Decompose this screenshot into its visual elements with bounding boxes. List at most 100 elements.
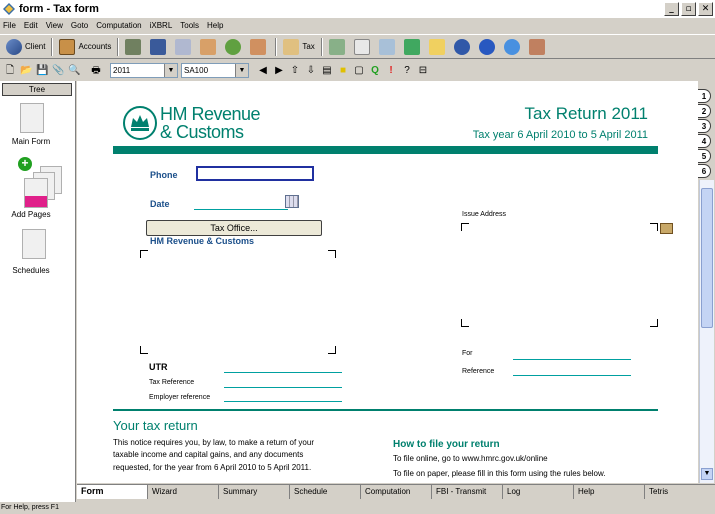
- query-icon[interactable]: ?: [401, 65, 413, 77]
- new-document-icon[interactable]: 🗋: [4, 65, 16, 77]
- tab-log[interactable]: Log: [503, 485, 574, 499]
- for-input[interactable]: [513, 359, 631, 360]
- vertical-scrollbar[interactable]: ▼: [699, 180, 714, 483]
- page-tab-4[interactable]: 4: [698, 134, 711, 148]
- tax-reference-label: Tax Reference: [149, 379, 195, 386]
- page-tab-3[interactable]: 3: [698, 119, 711, 133]
- tab-summary[interactable]: Summary: [219, 485, 290, 499]
- utr-input[interactable]: [224, 372, 342, 373]
- notepad-icon: [328, 38, 345, 55]
- page-tab-5[interactable]: 5: [698, 149, 711, 163]
- print-icon[interactable]: 🖶: [90, 65, 102, 77]
- page-up-icon[interactable]: ⇧: [289, 65, 301, 77]
- toolbar-button-1[interactable]: [122, 37, 147, 57]
- internet-explorer-icon: [503, 38, 520, 55]
- how-to-file-heading: How to file your return: [393, 439, 500, 450]
- menu-bar: File Edit View Goto Computation iXBRL To…: [0, 18, 715, 33]
- tax-office-button[interactable]: Tax Office...: [146, 220, 322, 236]
- page-tab-6[interactable]: 6: [698, 164, 711, 178]
- year-select[interactable]: 2011 ▼: [110, 63, 178, 78]
- close-button[interactable]: ✕: [698, 2, 713, 16]
- zoom-icon[interactable]: 🔍: [68, 65, 80, 77]
- tab-fbi-transmit[interactable]: FBI - Transmit: [432, 485, 503, 499]
- tree-button[interactable]: Tree: [2, 83, 72, 96]
- warning-icon[interactable]: !: [385, 65, 397, 77]
- tax-year-subtitle: Tax year 6 April 2010 to 5 April 2011: [472, 129, 648, 141]
- toolbar-button-6[interactable]: [247, 37, 272, 57]
- help-icon: [478, 38, 495, 55]
- file-online-text: To file online, go to www.hmrc.gov.uk/on…: [393, 454, 548, 463]
- page-tab-1[interactable]: 1: [698, 89, 711, 103]
- status-bar: For Help, press F1: [0, 502, 715, 514]
- issue-address-corner: [461, 319, 469, 327]
- tab-schedule[interactable]: Schedule: [290, 485, 361, 499]
- tab-computation[interactable]: Computation: [361, 485, 432, 499]
- phone-label: Phone: [150, 170, 178, 180]
- menu-ixbrl[interactable]: iXBRL: [150, 21, 173, 30]
- tab-tetris[interactable]: Tetris: [645, 485, 715, 499]
- reference-input[interactable]: [513, 375, 631, 376]
- previous-icon[interactable]: ◀: [257, 65, 269, 77]
- accounts-button[interactable]: Accounts: [56, 37, 114, 57]
- page-down-icon[interactable]: ⇩: [305, 65, 317, 77]
- restore-button[interactable]: ▫: [681, 2, 696, 16]
- toolbar-button-4[interactable]: [197, 37, 222, 57]
- schedules-icon: [22, 229, 46, 259]
- toolbar-button-10[interactable]: [401, 37, 426, 57]
- next-icon[interactable]: ▶: [273, 65, 285, 77]
- page-tabs: 1 2 3 4 5 6 ▼: [698, 81, 715, 483]
- address-corner: [140, 250, 148, 258]
- client-button[interactable]: Client: [3, 37, 48, 57]
- toolbar-button-11[interactable]: [426, 37, 451, 57]
- calendar-icon[interactable]: [285, 195, 299, 208]
- toolbar-button-12[interactable]: [451, 37, 476, 57]
- collapse-icon[interactable]: ⊟: [417, 65, 429, 77]
- employer-reference-input[interactable]: [224, 401, 342, 402]
- phone-input[interactable]: [196, 166, 314, 181]
- open-folder-icon[interactable]: 📂: [20, 65, 32, 77]
- menu-help[interactable]: Help: [207, 21, 223, 30]
- handshake-icon: [200, 38, 217, 55]
- tax-reference-input[interactable]: [224, 387, 342, 388]
- hmrc-wordmark: HM Revenue & Customs: [160, 105, 261, 141]
- copy-icon[interactable]: ▢: [353, 65, 365, 77]
- toolbar-button-13[interactable]: [476, 37, 501, 57]
- tab-help[interactable]: Help: [574, 485, 645, 499]
- tax-label: Tax: [302, 42, 315, 51]
- menu-tools[interactable]: Tools: [180, 21, 199, 30]
- form-select[interactable]: SA100 ▼: [181, 63, 249, 78]
- tab-wizard[interactable]: Wizard: [148, 485, 219, 499]
- menu-goto[interactable]: Goto: [71, 21, 88, 30]
- accounts-icon: [59, 38, 76, 55]
- page-icon[interactable]: ▤: [321, 65, 333, 77]
- toolbar-button-2[interactable]: [147, 37, 172, 57]
- minimize-button[interactable]: _: [664, 2, 679, 16]
- tax-button[interactable]: Tax: [280, 37, 317, 57]
- date-input[interactable]: [194, 209, 288, 210]
- save-icon[interactable]: 💾: [36, 65, 48, 77]
- menu-file[interactable]: File: [3, 21, 16, 30]
- toolbar-button-7[interactable]: [326, 37, 351, 57]
- check-icon[interactable]: Q: [369, 65, 381, 77]
- menu-edit[interactable]: Edit: [24, 21, 38, 30]
- address-book-icon[interactable]: [660, 223, 673, 234]
- tab-form[interactable]: Form: [77, 485, 148, 499]
- transfer-icon: [175, 38, 192, 55]
- toolbar-button-8[interactable]: [351, 37, 376, 57]
- toolbar-button-3[interactable]: [172, 37, 197, 57]
- add-icon: +: [18, 157, 32, 171]
- menu-computation[interactable]: Computation: [96, 21, 141, 30]
- main-toolbar: Client Accounts Tax: [0, 34, 715, 59]
- attach-icon[interactable]: 📎: [52, 65, 64, 77]
- scrollbar-thumb[interactable]: [701, 188, 713, 328]
- hmrc-crest-logo: [123, 106, 157, 140]
- note-icon[interactable]: ■: [337, 65, 349, 77]
- page-tab-2[interactable]: 2: [698, 104, 711, 118]
- scroll-down-button[interactable]: ▼: [701, 468, 713, 480]
- left-panel: Tree Main Form + Add Pages Schedules: [0, 81, 76, 502]
- toolbar-button-5[interactable]: [222, 37, 247, 57]
- toolbar-button-15[interactable]: [526, 37, 551, 57]
- toolbar-button-14[interactable]: [501, 37, 526, 57]
- toolbar-button-9[interactable]: [376, 37, 401, 57]
- menu-view[interactable]: View: [46, 21, 63, 30]
